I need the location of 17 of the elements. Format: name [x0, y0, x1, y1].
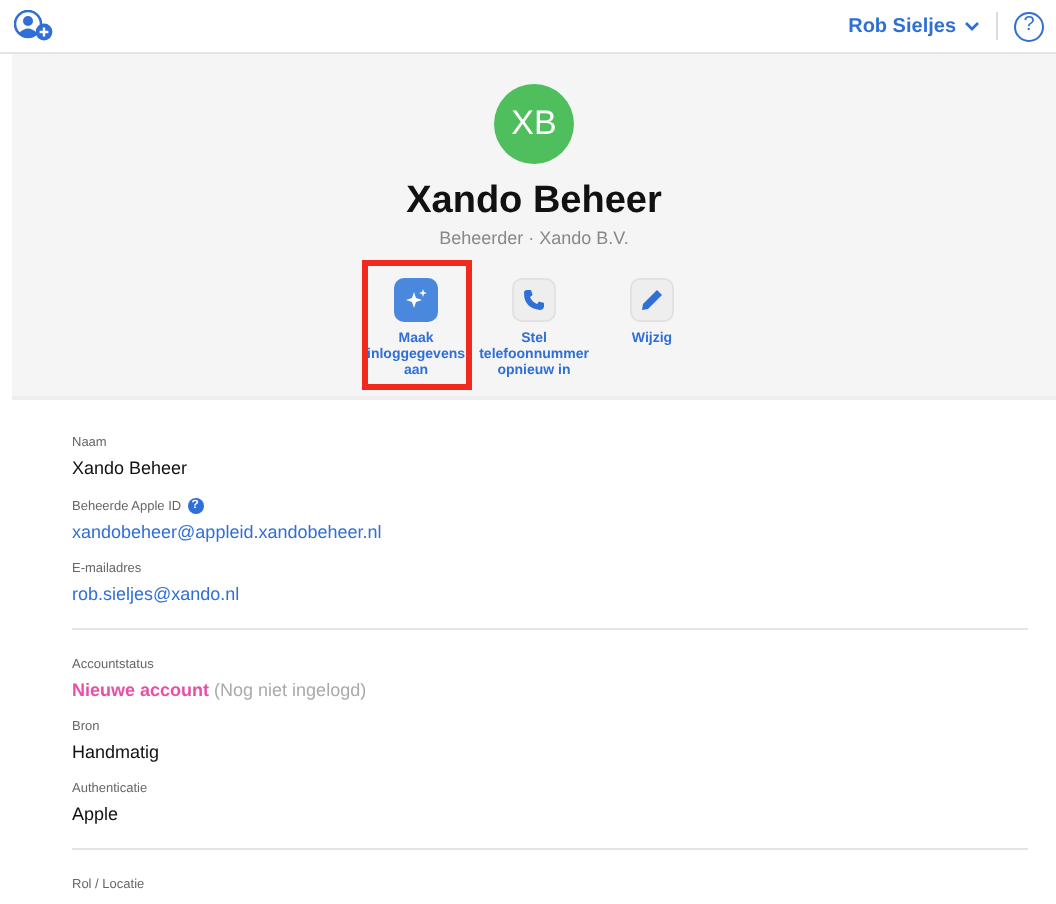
avatar: XB — [494, 84, 574, 164]
chevron-down-icon — [964, 20, 980, 32]
email-link[interactable]: xandobeheer@appleid.xandobeheer.nl — [72, 522, 382, 542]
user-menu[interactable]: Rob Sieljes — [848, 15, 980, 37]
sparkle-icon — [404, 288, 428, 312]
email-link[interactable]: rob.sieljes@xando.nl — [72, 584, 240, 604]
help-button[interactable]: ? — [1014, 11, 1044, 41]
phone-icon — [522, 288, 546, 312]
status-note: (Nog niet ingelogd) — [214, 680, 367, 700]
add-user-icon[interactable] — [14, 10, 54, 42]
profile-subtitle: Beheerder · Xando B.V. — [439, 228, 629, 248]
field-value: Apple — [72, 804, 121, 824]
field-value: Handmatig — [72, 742, 162, 762]
pencil-icon — [640, 288, 664, 312]
field-value: Xando Beheer — [72, 458, 190, 478]
profile-name: Xando Beheer — [406, 180, 662, 224]
status-value: Nieuwe account — [72, 680, 210, 700]
